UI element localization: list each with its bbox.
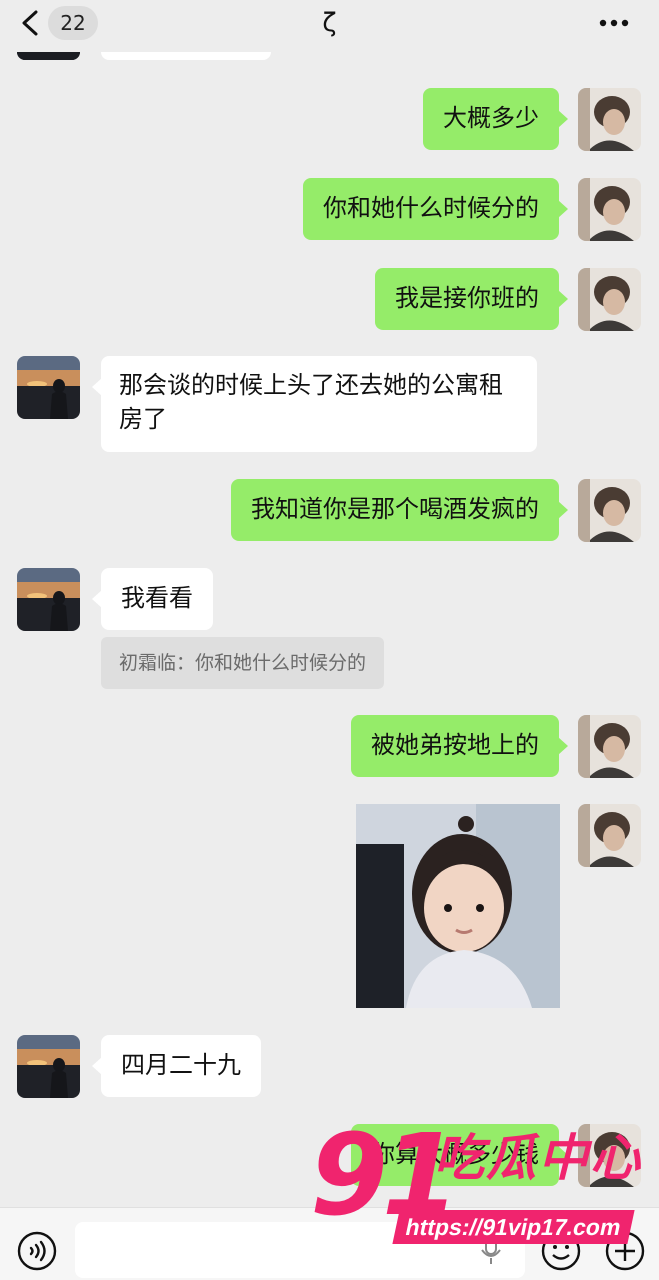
message-text: 大概多少 — [443, 104, 539, 132]
chat-header: 22 ζ — [0, 0, 659, 52]
message-text: 你和她什么时候分的 — [323, 194, 539, 222]
self-avatar[interactable] — [578, 178, 641, 241]
self-avatar[interactable] — [578, 804, 641, 867]
message-outgoing[interactable]: 我是接你班的 — [375, 268, 568, 330]
sticker-image[interactable] — [356, 804, 560, 1008]
message-outgoing[interactable]: 你和她什么时候分的 — [303, 178, 568, 240]
watermark-logo: 91 吃瓜中心 https://91vip17.com — [310, 1116, 650, 1252]
message-text: 我看看 — [121, 584, 193, 612]
message-text: 我是接你班的 — [395, 284, 539, 312]
message-incoming[interactable]: 那会谈的时候上头了还去她的公寓租房了 — [92, 356, 537, 452]
message-text: 被她弟按地上的 — [371, 731, 539, 759]
quoted-reply[interactable]: 初霜临：你和她什么时候分的 — [101, 637, 385, 689]
voice-icon[interactable] — [16, 1230, 58, 1272]
watermark-brand: 吃瓜中心 — [434, 1129, 642, 1187]
contact-avatar[interactable] — [17, 1035, 80, 1098]
message-incoming[interactable]: 四月二十九 — [92, 1035, 261, 1097]
message-text: 那会谈的时候上头了还去她的公寓租房了 — [119, 371, 503, 433]
self-avatar[interactable] — [578, 715, 641, 778]
more-button[interactable] — [599, 13, 629, 37]
self-avatar[interactable] — [578, 479, 641, 542]
watermark-url: https://91vip17.com — [392, 1210, 635, 1244]
message-incoming[interactable]: 我看看 — [92, 568, 213, 630]
contact-avatar[interactable] — [17, 568, 80, 631]
self-avatar[interactable] — [578, 88, 641, 151]
self-avatar[interactable] — [578, 268, 641, 331]
more-dots-icon — [599, 19, 629, 27]
message-text: 我知道你是那个喝酒发疯的 — [251, 495, 539, 523]
message-outgoing[interactable]: 我知道你是那个喝酒发疯的 — [231, 479, 568, 541]
chat-area[interactable]: 大概多少 你和她什么时候分的 我是接你班的 那会谈的时候上头了还去她的公寓租房了… — [0, 0, 659, 1207]
message-outgoing[interactable]: 被她弟按地上的 — [351, 715, 568, 777]
chat-title: ζ — [322, 8, 337, 38]
contact-avatar[interactable] — [17, 356, 80, 419]
message-text: 四月二十九 — [121, 1051, 241, 1079]
message-outgoing[interactable]: 大概多少 — [423, 88, 568, 150]
